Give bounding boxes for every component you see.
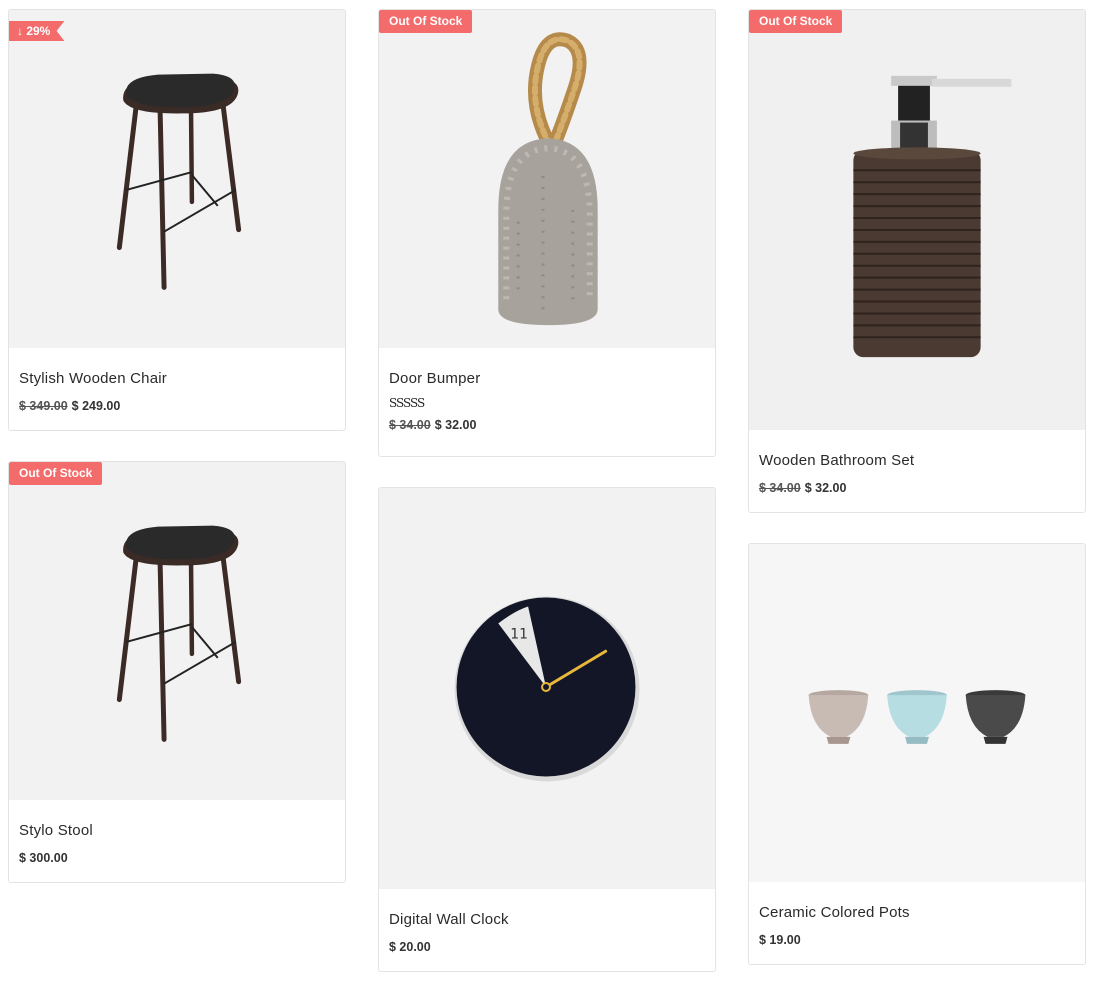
product-title[interactable]: Stylish Wooden Chair xyxy=(19,370,335,387)
product-image[interactable] xyxy=(749,10,1085,430)
current-price: $ 32.00 xyxy=(434,418,477,432)
product-card-door-bumper[interactable]: Out Of Stock Door Bumper SSSSS $ 34.00 $ … xyxy=(378,9,716,457)
bar-stool-image xyxy=(9,463,345,799)
soap-dispenser-image xyxy=(749,11,1085,429)
product-title[interactable]: Ceramic Colored Pots xyxy=(759,904,1075,921)
price: $ 19.00 xyxy=(759,933,1075,947)
current-price: $ 32.00 xyxy=(804,481,847,495)
product-card-ceramic-colored-pots[interactable]: Ceramic Colored Pots $ 19.00 xyxy=(748,543,1086,965)
price: $ 300.00 xyxy=(19,851,335,865)
old-price: $ 34.00 xyxy=(389,418,431,432)
product-title[interactable]: Door Bumper xyxy=(389,370,705,387)
rope-door-bumper-image xyxy=(379,11,715,347)
product-title[interactable]: Wooden Bathroom Set xyxy=(759,452,1075,469)
current-price: $ 19.00 xyxy=(759,933,801,947)
rating-stars: SSSSS xyxy=(389,396,425,410)
product-card-stylo-stool[interactable]: Out Of Stock Stylo Stool $ 300.00 xyxy=(8,461,346,883)
product-title[interactable]: Digital Wall Clock xyxy=(389,911,705,928)
out-of-stock-badge: Out Of Stock xyxy=(379,10,473,33)
old-price: $ 34.00 xyxy=(759,481,801,495)
product-image[interactable] xyxy=(9,10,345,348)
old-price: $ 349.00 xyxy=(19,399,68,413)
svg-text:11: 11 xyxy=(510,626,528,642)
product-image[interactable] xyxy=(9,462,345,800)
out-of-stock-badge: Out Of Stock xyxy=(749,10,843,33)
product-title[interactable]: Stylo Stool xyxy=(19,822,335,839)
out-of-stock-badge: Out Of Stock xyxy=(9,462,103,485)
price: $ 349.00 $ 249.00 xyxy=(19,399,335,413)
price: $ 34.00 $ 32.00 xyxy=(759,481,1075,495)
product-image[interactable] xyxy=(749,544,1085,882)
product-image[interactable]: 11 xyxy=(379,488,715,889)
product-card-stylish-wooden-chair[interactable]: ↓ 29% Stylish Wooden Chair $ 349.00 $ 249… xyxy=(8,9,346,431)
price: $ 20.00 xyxy=(389,940,705,954)
product-image[interactable] xyxy=(379,10,715,348)
product-card-digital-wall-clock[interactable]: 11 Digital Wall Clock $ 20.00 xyxy=(378,487,716,972)
current-price: $ 300.00 xyxy=(19,851,68,865)
ceramic-pots-image xyxy=(749,545,1085,881)
product-card-wooden-bathroom-set[interactable]: Out Of Stock Wooden Bathroom Set $ 34.00… xyxy=(748,9,1086,513)
discount-badge: ↓ 29% xyxy=(9,21,65,41)
current-price: $ 249.00 xyxy=(71,399,121,413)
price: $ 34.00 $ 32.00 xyxy=(389,418,705,432)
clock-image: 11 xyxy=(379,489,715,888)
current-price: $ 20.00 xyxy=(389,940,431,954)
bar-stool-image xyxy=(9,11,345,347)
